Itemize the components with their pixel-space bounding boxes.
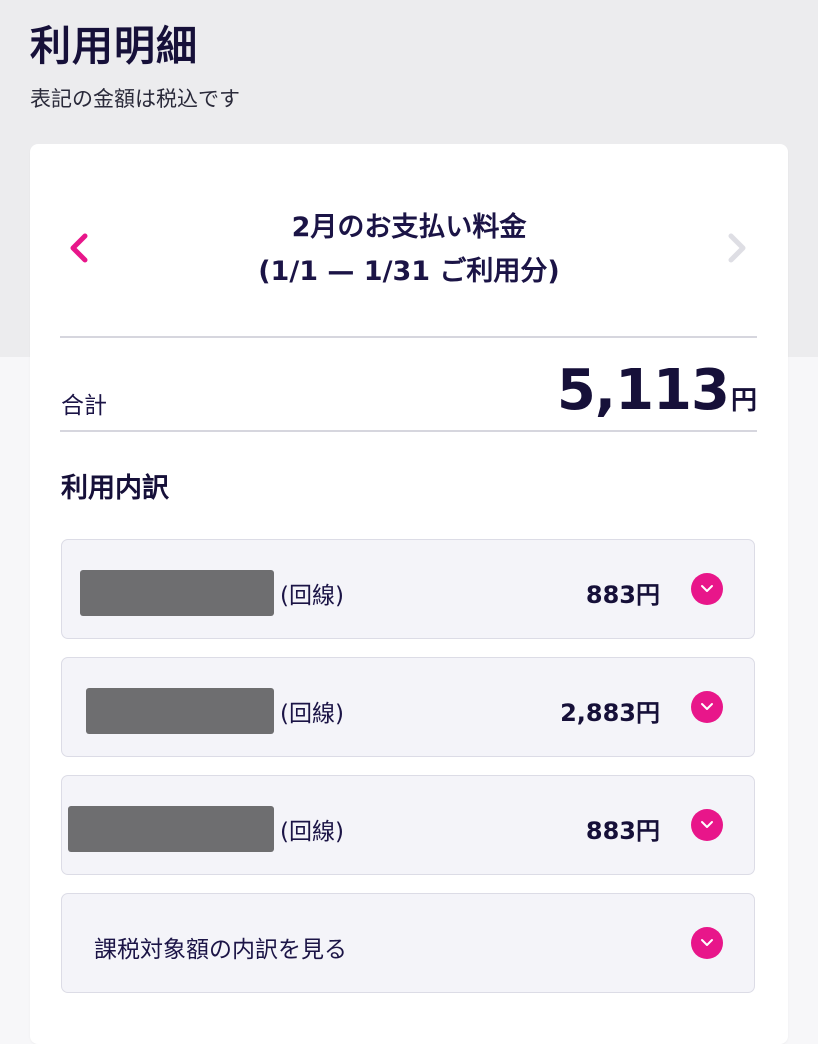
line-item[interactable]: (回線) 2,883円 bbox=[61, 657, 755, 757]
period-navigation: 2月のお支払い料金 (1/1 — 1/31 ご利用分) bbox=[30, 144, 788, 336]
tax-note: 表記の金額は税込です bbox=[30, 87, 240, 111]
breakdown-heading: 利用内訳 bbox=[61, 473, 169, 504]
total-value: 5,113 bbox=[556, 358, 730, 423]
divider bbox=[60, 430, 757, 432]
divider bbox=[60, 336, 757, 338]
line-item-name: (回線) bbox=[280, 819, 344, 845]
line-item-name: (回線) bbox=[280, 583, 344, 609]
redacted-line-name bbox=[86, 688, 274, 734]
billing-card: 2月のお支払い料金 (1/1 — 1/31 ご利用分) 合計 5,113円 利用… bbox=[30, 144, 788, 1044]
expand-chevron-icon[interactable] bbox=[691, 809, 723, 841]
line-item-amount: 2,883円 bbox=[560, 699, 660, 727]
total-label: 合計 bbox=[61, 393, 107, 419]
previous-month-button[interactable] bbox=[62, 230, 98, 266]
page-title: 利用明細 bbox=[30, 22, 198, 70]
line-item-amount: 883円 bbox=[585, 817, 660, 845]
expand-chevron-icon[interactable] bbox=[691, 691, 723, 723]
billing-period-title: 2月のお支払い料金 (1/1 — 1/31 ご利用分) bbox=[150, 206, 668, 294]
line-item-name: (回線) bbox=[280, 701, 344, 727]
chevron-left-icon bbox=[70, 233, 88, 263]
redacted-line-name bbox=[68, 806, 274, 852]
redacted-line-name bbox=[80, 570, 274, 616]
line-item-amount: 883円 bbox=[585, 581, 660, 609]
billing-period-range: (1/1 — 1/31 ご利用分) bbox=[258, 256, 560, 287]
total-unit: 円 bbox=[730, 386, 757, 416]
chevron-right-icon bbox=[728, 233, 746, 263]
line-item[interactable]: (回線) 883円 bbox=[61, 539, 755, 639]
total-amount: 5,113円 bbox=[557, 358, 757, 423]
tax-breakdown-toggle[interactable]: 課税対象額の内訳を見る bbox=[61, 893, 755, 993]
next-month-button[interactable] bbox=[718, 230, 754, 266]
tax-breakdown-label: 課税対象額の内訳を見る bbox=[94, 937, 347, 963]
billing-month-label: 2月のお支払い料金 bbox=[291, 212, 527, 243]
total-row: 合計 5,113円 bbox=[60, 344, 757, 430]
expand-chevron-icon[interactable] bbox=[691, 573, 723, 605]
expand-chevron-icon[interactable] bbox=[691, 927, 723, 959]
line-item[interactable]: (回線) 883円 bbox=[61, 775, 755, 875]
